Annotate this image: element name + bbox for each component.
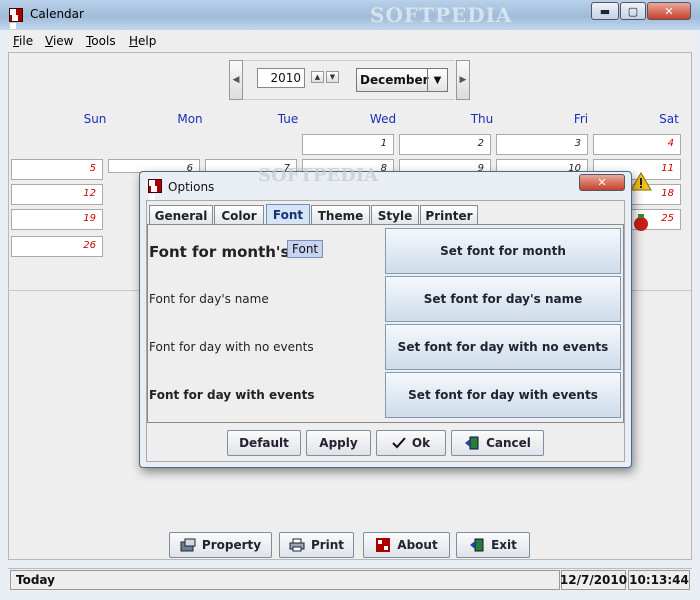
cancel-button-label: Cancel [486,436,531,450]
next-month-button[interactable]: ▶ [456,60,470,100]
maximize-button[interactable]: ▢ [620,2,646,20]
month-select-value: December [360,73,429,87]
default-button[interactable]: Default [227,430,301,456]
menu-tools[interactable]: Tools [86,34,116,48]
apply-button[interactable]: Apply [306,430,371,456]
close-button[interactable]: ✕ [647,2,691,20]
day-number: 3 [574,138,581,149]
tab-theme[interactable]: Theme [311,205,370,225]
set-font-dayname-button[interactable]: Set font for day's name [385,276,621,322]
font-dayname-label: Font for day's name [149,292,269,306]
calendar-day-sat[interactable]: 4 [593,134,681,155]
minimize-button[interactable]: ▬ [591,2,619,20]
day-number: 1 [380,138,387,149]
calendar-day-sun[interactable]: 12 [11,184,103,205]
print-button-label: Print [310,538,345,552]
day-number: 2 [477,138,484,149]
watermark: SOFTPEDIA [370,3,513,27]
menu-file-label: ile [19,34,34,48]
day-number: 18 [661,188,674,199]
checkmark-icon [392,437,406,449]
menu-help-label: elp [138,34,157,48]
dayname-tue: Tue [277,112,299,126]
property-button-label: Property [201,538,262,552]
year-spin-up-button[interactable]: ▲ [311,71,324,83]
menu-view-mnemonic: V [45,34,53,48]
dayname-wed: Wed [369,112,397,126]
cancel-button[interactable]: Cancel [451,430,544,456]
dayname-sun: Sun [83,112,107,126]
exit-button-label: Exit [491,538,517,552]
menu-view[interactable]: View [45,34,73,48]
day-number: 11 [661,163,674,174]
status-message: Today [10,570,560,590]
apply-button-label: Apply [319,436,358,450]
dayname-sat: Sat [659,112,679,126]
status-date: 12/7/2010 [560,570,627,590]
day-number: 25 [661,213,674,224]
tab-font[interactable]: Font [266,204,310,225]
year-spin-down-button[interactable]: ▼ [326,71,339,83]
tab-style[interactable]: Style [371,205,419,225]
set-font-month-button[interactable]: Set font for month [385,228,621,274]
font-no-events-label: Font for day with no events [149,340,314,354]
calendar-app-icon [376,538,391,552]
year-input[interactable]: 2010 [257,68,305,88]
day-number: 12 [83,188,96,199]
options-dialog-titlebar[interactable] [148,175,624,197]
font-with-events-label: Font for day with events [149,388,315,402]
ornament-icon [632,212,650,232]
menu-help-mnemonic: H [129,34,139,48]
calendar-day-sun[interactable]: 5 [11,159,103,180]
calendar-app-icon [9,8,23,29]
menu-tools-label: ools [91,34,116,48]
warning-icon [630,171,654,193]
property-icon [180,538,196,552]
exit-door-icon [470,538,484,552]
day-number: 19 [83,213,96,224]
calendar-day-sun[interactable]: 26 [11,236,103,257]
property-button[interactable]: Property [169,532,272,558]
ok-button[interactable]: Ok [376,430,446,456]
font-month-label: Font for month's n [149,243,306,261]
calendar-day-wed[interactable]: 1 [302,134,394,155]
calendar-day-sun[interactable]: 19 [11,209,103,230]
tab-printer[interactable]: Printer [420,205,478,225]
day-number: 4 [667,138,674,149]
exit-door-icon [465,436,479,450]
options-close-button[interactable]: ✕ [579,174,625,191]
day-number: 5 [89,163,96,174]
set-font-with-events-button[interactable]: Set font for day with events [385,372,621,418]
options-dialog-title: Options [168,180,215,194]
menu-help[interactable]: Help [129,34,156,48]
print-button[interactable]: Print [279,532,354,558]
menu-view-label: iew [52,34,74,48]
ok-button-label: Ok [411,436,431,450]
prev-month-button[interactable]: ◀ [229,60,243,100]
about-button-label: About [397,538,438,552]
day-number: 26 [83,240,96,251]
tab-general[interactable]: General [149,205,213,225]
menu-file[interactable]: File [13,34,33,48]
month-select[interactable]: December ▼ [356,68,448,92]
calendar-app-icon [148,179,162,200]
about-button[interactable]: About [363,532,450,558]
printer-icon [289,538,305,552]
set-font-no-events-button[interactable]: Set font for day with no events [385,324,621,370]
exit-button[interactable]: Exit [456,532,530,558]
tooltip: Font [287,240,324,258]
default-button-label: Default [239,436,289,450]
calendar-day-thu[interactable]: 2 [399,134,491,155]
dayname-fri: Fri [573,112,589,126]
tab-color[interactable]: Color [214,205,264,225]
dayname-mon: Mon [177,112,203,126]
chevron-down-icon: ▼ [427,69,447,91]
calendar-day-fri[interactable]: 3 [496,134,588,155]
status-time: 10:13:44 [628,570,690,590]
watermark: SOFTPEDIA [258,165,379,186]
window-title: Calendar [30,7,84,21]
dayname-thu: Thu [470,112,494,126]
